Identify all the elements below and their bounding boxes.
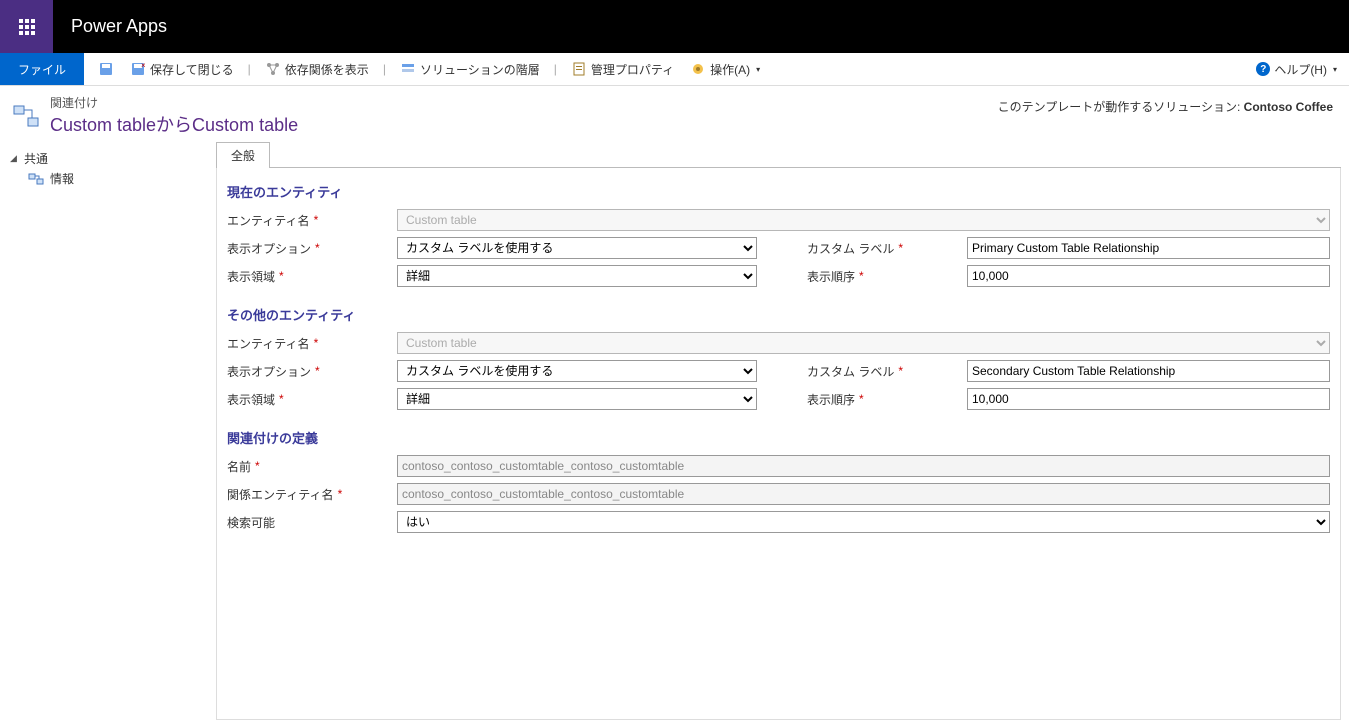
label-custom-label: カスタム ラベル* — [807, 240, 957, 257]
label-display-order-other: 表示順序* — [807, 391, 957, 408]
page-subtitle: 関連付け — [50, 94, 298, 111]
display-option-current-select[interactable]: カスタム ラベルを使用する — [397, 237, 757, 259]
help-label: ヘルプ(H) — [1274, 61, 1327, 78]
searchable-select[interactable]: はい — [397, 511, 1330, 533]
solution-layers-label: ソリューションの階層 — [420, 61, 540, 78]
save-icon — [98, 61, 114, 77]
page-title: Custom tableからCustom table — [50, 111, 298, 137]
help-button[interactable]: ? ヘルプ(H) ▾ — [1256, 61, 1337, 78]
sidebar-item-common[interactable]: ◢ 共通 — [0, 147, 208, 170]
label-name: 名前* — [227, 458, 387, 475]
props-icon — [571, 61, 587, 77]
file-button[interactable]: ファイル — [0, 53, 84, 85]
label-searchable: 検索可能 — [227, 514, 387, 531]
save-button[interactable] — [92, 59, 120, 79]
toolbar: ファイル × 保存して閉じる | 依存関係を表示 | ソリューションの階層 — [0, 53, 1349, 86]
label-display-area: 表示領域* — [227, 268, 387, 285]
section-current-entity: 現在のエンティティ — [227, 182, 1330, 201]
display-area-current-select[interactable]: 詳細 — [397, 265, 757, 287]
save-close-button[interactable]: × 保存して閉じる — [124, 59, 240, 80]
label-display-area-other: 表示領域* — [227, 391, 387, 408]
label-display-option-other: 表示オプション* — [227, 363, 387, 380]
form-area: 現在のエンティティ エンティティ名* Custom table 表示オプション* — [216, 168, 1341, 720]
caret-down-icon: ◢ — [10, 153, 20, 164]
display-area-other-select[interactable]: 詳細 — [397, 388, 757, 410]
solution-context: このテンプレートが動作するソリューション: Contoso Coffee — [998, 94, 1333, 115]
chevron-down-icon: ▾ — [1333, 65, 1337, 74]
actions-label: 操作(A) — [710, 61, 750, 78]
actions-icon — [690, 61, 706, 77]
deps-icon — [265, 61, 281, 77]
info-icon — [28, 171, 44, 187]
entity-name-other-select: Custom table — [397, 332, 1330, 354]
tabs: 全般 — [216, 141, 1341, 168]
label-entity-name: エンティティ名* — [227, 212, 387, 229]
save-close-label: 保存して閉じる — [150, 61, 234, 78]
show-deps-label: 依存関係を表示 — [285, 61, 369, 78]
label-display-option: 表示オプション* — [227, 240, 387, 257]
waffle-icon — [19, 19, 35, 35]
label-rel-entity-name: 関係エンティティ名* — [227, 486, 387, 503]
show-deps-button[interactable]: 依存関係を表示 — [259, 59, 375, 80]
sidebar: ◢ 共通 情報 — [0, 141, 208, 728]
display-order-other-input[interactable] — [967, 388, 1330, 410]
managed-props-label: 管理プロパティ — [591, 61, 674, 78]
section-rel-def: 関連付けの定義 — [227, 428, 1330, 447]
rel-entity-name-input — [397, 483, 1330, 505]
actions-button[interactable]: 操作(A) ▾ — [684, 59, 766, 80]
section-other-entity: その他のエンティティ — [227, 305, 1330, 324]
layers-icon — [400, 61, 416, 77]
solution-layers-button[interactable]: ソリューションの階層 — [394, 59, 546, 80]
help-icon: ? — [1256, 62, 1270, 76]
app-header: Power Apps — [0, 0, 1349, 53]
managed-props-button[interactable]: 管理プロパティ — [565, 59, 680, 80]
svg-text:×: × — [141, 61, 146, 70]
waffle-launcher[interactable] — [0, 0, 53, 53]
page-header: 関連付け Custom tableからCustom table このテンプレート… — [0, 86, 1349, 141]
name-input — [397, 455, 1330, 477]
label-custom-label-other: カスタム ラベル* — [807, 363, 957, 380]
label-entity-name-other: エンティティ名* — [227, 335, 387, 352]
tab-general[interactable]: 全般 — [216, 142, 270, 168]
chevron-down-icon: ▾ — [756, 65, 760, 74]
save-close-icon: × — [130, 61, 146, 77]
relationship-icon — [10, 100, 42, 132]
display-option-other-select[interactable]: カスタム ラベルを使用する — [397, 360, 757, 382]
custom-label-other-input[interactable] — [967, 360, 1330, 382]
app-title: Power Apps — [71, 16, 167, 37]
sidebar-item-label: 情報 — [50, 170, 74, 187]
display-order-current-input[interactable] — [967, 265, 1330, 287]
sidebar-item-label: 共通 — [24, 150, 48, 167]
custom-label-current-input[interactable] — [967, 237, 1330, 259]
sidebar-item-info[interactable]: 情報 — [0, 170, 208, 187]
label-display-order: 表示順序* — [807, 268, 957, 285]
entity-name-current-select: Custom table — [397, 209, 1330, 231]
